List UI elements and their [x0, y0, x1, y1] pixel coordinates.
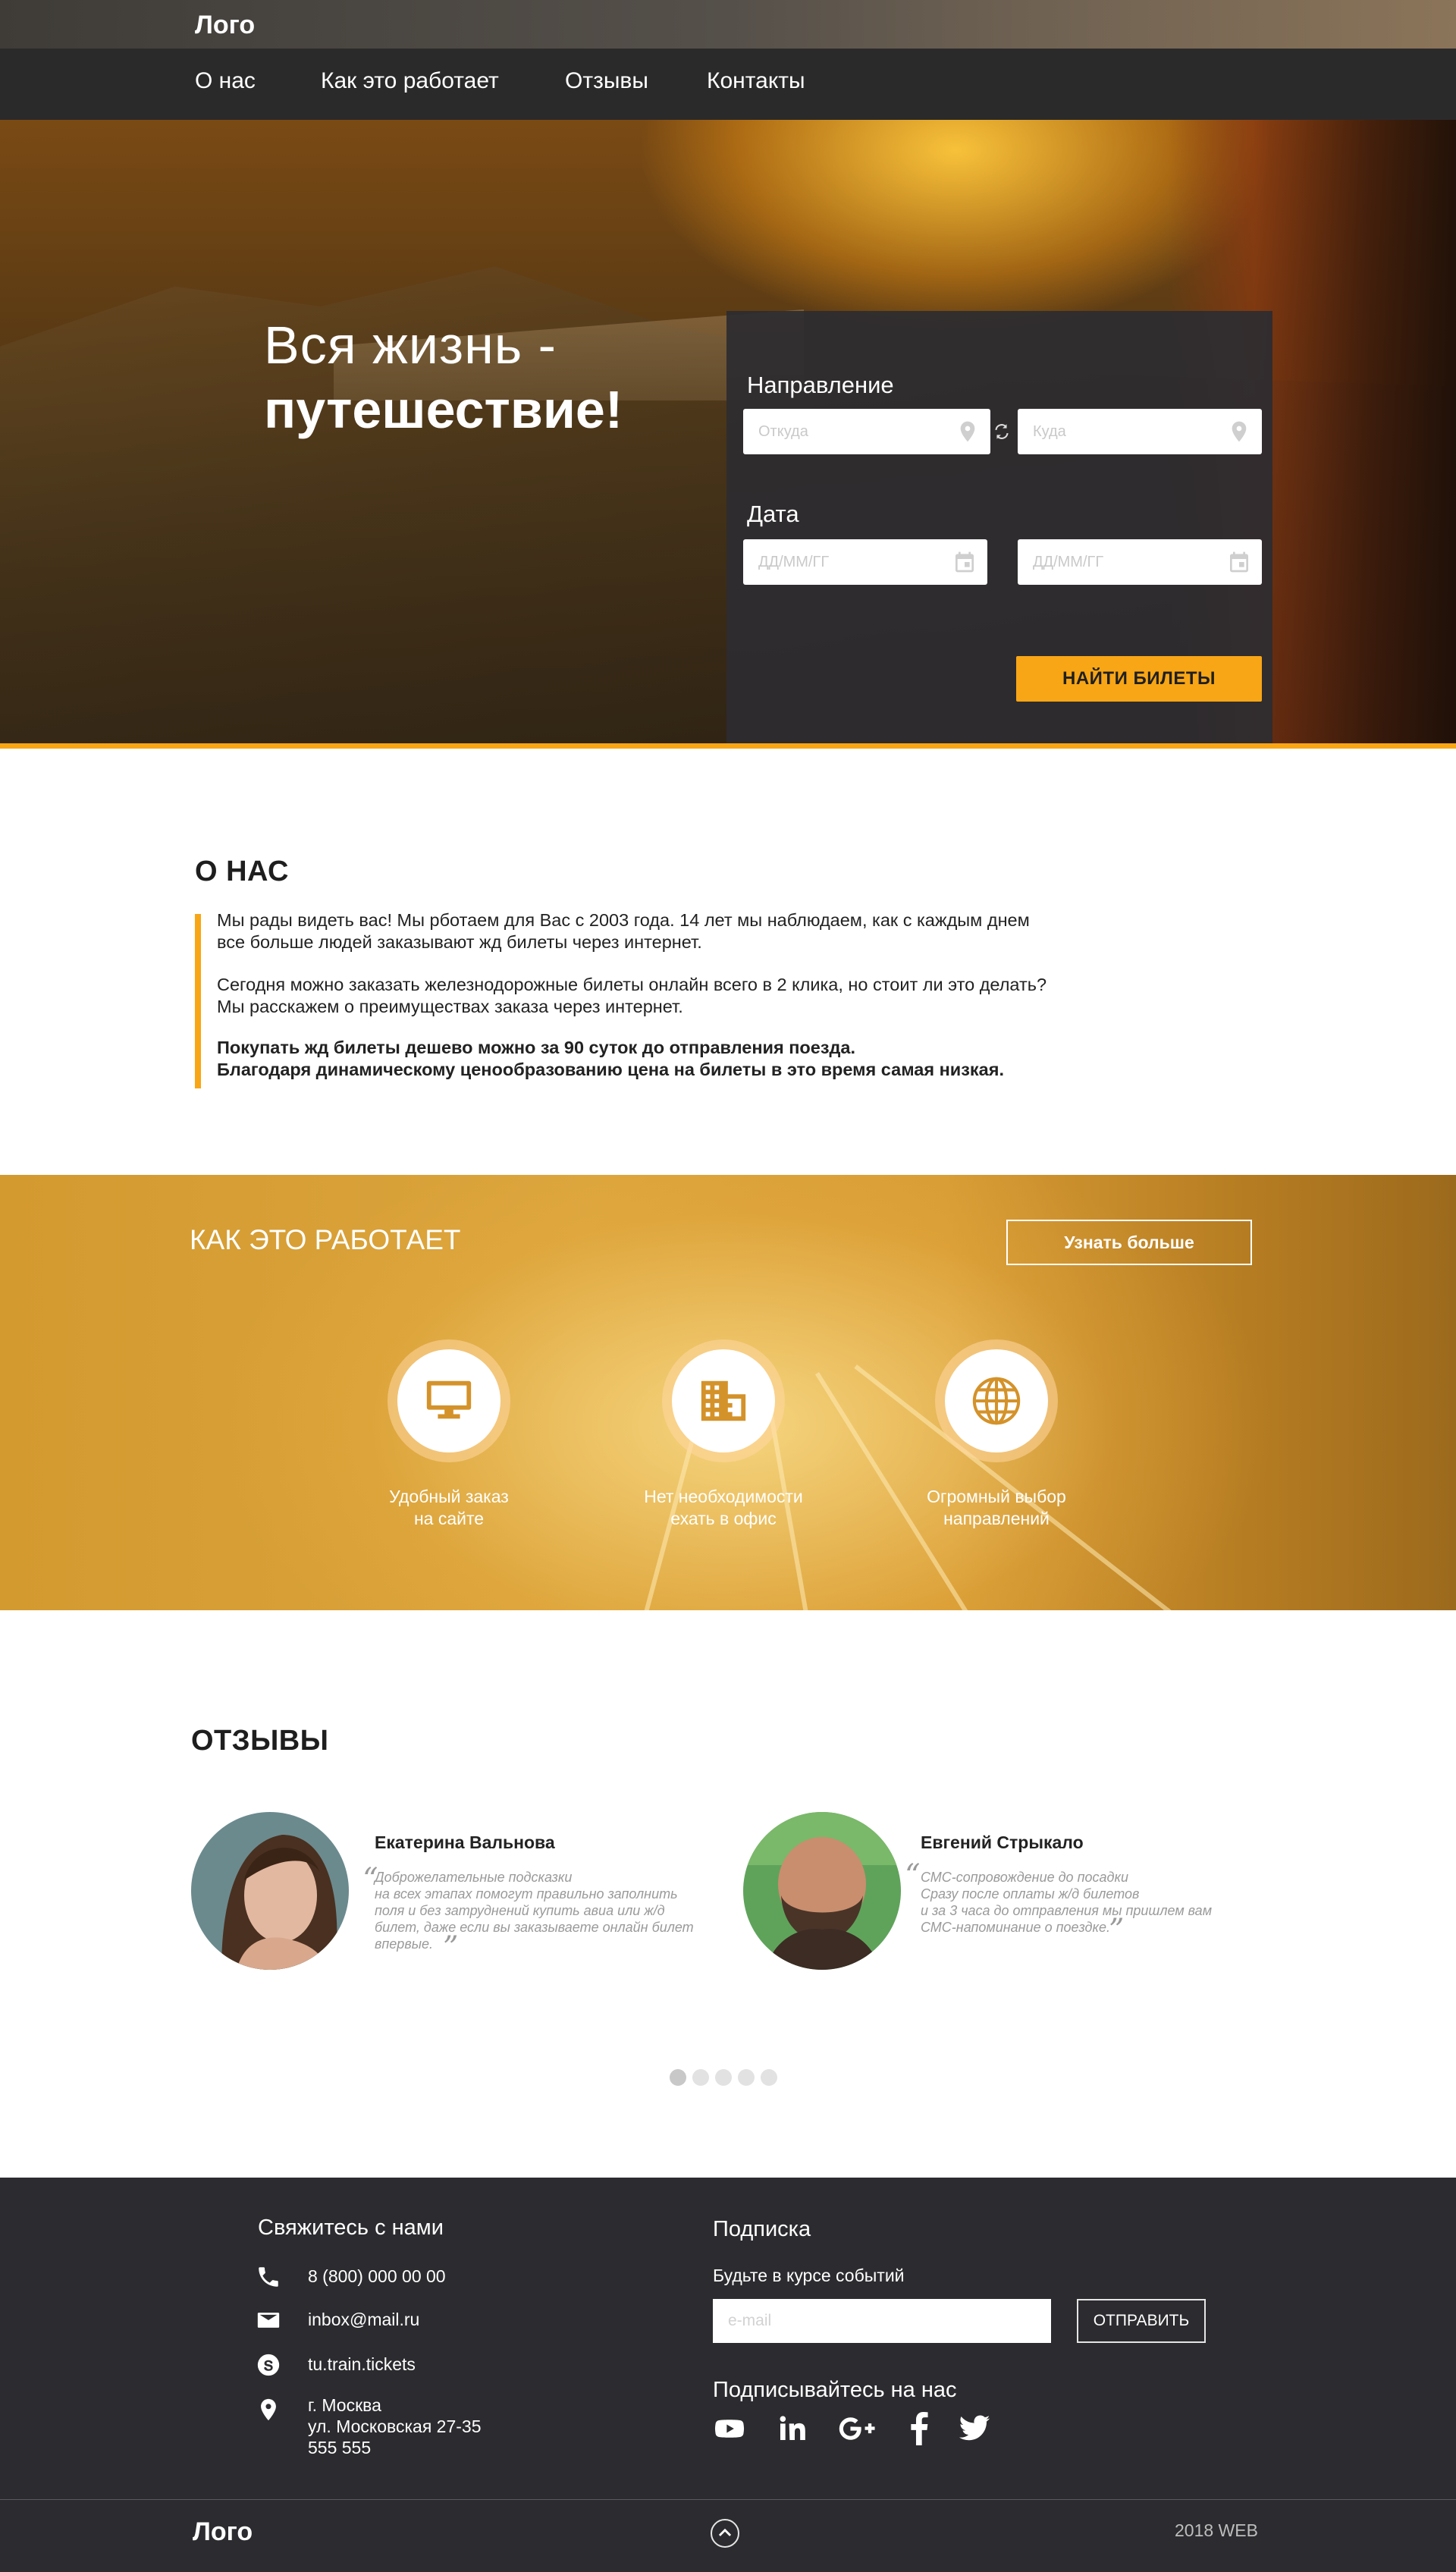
about-paragraph-2: Сегодня можно заказать железнодорожные б…	[217, 974, 1112, 1018]
feature-circle	[935, 1339, 1058, 1462]
facebook-icon[interactable]	[908, 2412, 930, 2445]
from-input[interactable]	[743, 409, 990, 454]
location-pin-icon	[1232, 421, 1247, 442]
reviews-title: ОТЗЫВЫ	[191, 1725, 329, 1757]
date-there-input[interactable]	[743, 539, 987, 585]
reviewer-photo-woman	[191, 1812, 349, 1970]
hero-bottom-accent	[0, 743, 1456, 749]
review-text: СМС-сопровождение до посадки Сразу после…	[921, 1870, 1213, 1935]
nav-item-about[interactable]: О нас	[195, 68, 256, 94]
direction-label: Направление	[747, 372, 894, 398]
subscribe-title: Подписка	[713, 2217, 811, 2241]
feature-label: Нет необходимости ехать в офис	[644, 1487, 803, 1528]
date-back-input[interactable]	[1018, 539, 1262, 585]
review-text: Доброжелательные подсказки на всех этапа…	[375, 1870, 694, 1952]
about-paragraph-1: Мы рады видеть вас! Мы рботаем для Вас с…	[217, 909, 1112, 953]
avatar	[743, 1812, 901, 1970]
date-there-field[interactable]	[743, 539, 987, 585]
carousel-dot[interactable]	[715, 2069, 732, 2086]
nav-item-reviews[interactable]: Отзывы	[565, 68, 648, 94]
close-quote: ”	[1109, 1913, 1125, 1948]
hero-title-line2: путешествие!	[264, 380, 623, 439]
nav-item-how-it-works[interactable]: Как это работает	[321, 68, 499, 94]
about-p1-line1: Мы рады видеть вас! Мы рботаем для Вас с…	[217, 910, 1030, 930]
main-nav: О нас Как это работает Отзывы Контакты	[0, 49, 1456, 120]
reviewer-name: Екатерина Вальнова	[375, 1832, 555, 1852]
scroll-to-top-button[interactable]	[711, 2519, 739, 2548]
carousel-dot[interactable]	[738, 2069, 755, 2086]
hero-title-line1: Вся жизнь -	[264, 316, 557, 375]
reviewer-photo-man	[743, 1812, 901, 1970]
open-quote: “	[905, 1858, 921, 1893]
header-logo[interactable]: Лого	[195, 11, 255, 40]
subscribe-text: Будьте в курсе событий	[713, 2266, 905, 2285]
calendar-icon	[956, 551, 974, 573]
about-p1-line2: все больше людей заказывают жд билеты че…	[217, 932, 702, 952]
social-title: Подписывайтесь на нас	[713, 2378, 957, 2402]
contact-email[interactable]: inbox@mail.ru	[308, 2309, 419, 2330]
date-label: Дата	[747, 501, 799, 527]
mail-icon	[257, 2313, 280, 2328]
feature-circle	[662, 1339, 785, 1462]
calendar-icon	[1230, 551, 1248, 573]
youtube-icon[interactable]	[713, 2412, 746, 2445]
contact-phone[interactable]: 8 (800) 000 00 00	[308, 2266, 446, 2287]
carousel-dot[interactable]	[670, 2069, 686, 2086]
feature-label: Огромный выбор направлений	[927, 1487, 1066, 1528]
carousel-dot[interactable]	[692, 2069, 709, 2086]
globe-icon	[972, 1377, 1021, 1425]
copyright-text: 2018 WEB	[1175, 2520, 1258, 2540]
about-paragraph-3: Покупать жд билеты дешево можно за 90 су…	[217, 1037, 1112, 1081]
google-plus-icon[interactable]	[838, 2412, 877, 2445]
subscribe-email-input[interactable]	[713, 2299, 1051, 2343]
chevron-up-icon	[718, 2528, 732, 2536]
about-accent-line	[195, 914, 201, 1088]
about-title: О НАС	[195, 856, 289, 887]
subscribe-send-button[interactable]: ОТПРАВИТЬ	[1077, 2299, 1206, 2343]
close-quote: ”	[443, 1930, 459, 1965]
contact-skype[interactable]: tu.train.tickets	[308, 2354, 416, 2375]
linkedin-icon[interactable]	[777, 2412, 807, 2445]
contact-address: г. Москва ул. Московская 27-35 555 555	[308, 2395, 482, 2457]
monitor-icon	[426, 1380, 472, 1419]
footer-divider	[0, 2499, 1456, 2500]
avatar	[191, 1812, 349, 1970]
feature-label: Удобный заказ на сайте	[389, 1487, 509, 1528]
find-tickets-button[interactable]: НАЙТИ БИЛЕТЫ	[1016, 656, 1262, 702]
how-it-works-title: КАК ЭТО РАБОТАЕТ	[190, 1224, 461, 1255]
learn-more-button[interactable]: Узнать больше	[1006, 1220, 1252, 1265]
date-back-field[interactable]	[1018, 539, 1262, 585]
footer-logo[interactable]: Лого	[193, 2517, 253, 2547]
location-pin-icon	[960, 421, 975, 442]
twitter-icon[interactable]	[958, 2412, 991, 2445]
reviewer-name: Евгений Стрыкало	[921, 1832, 1084, 1852]
skype-icon	[257, 2354, 280, 2376]
about-p3-line1: Покупать жд билеты дешево можно за 90 су…	[217, 1038, 856, 1057]
how-it-works-section: КАК ЭТО РАБОТАЕТ Узнать больше Удобный з…	[0, 1175, 1456, 1610]
to-field[interactable]	[1018, 409, 1262, 454]
office-building-icon	[701, 1380, 746, 1421]
location-pin-icon	[261, 2398, 276, 2421]
about-p3-line2: Благодаря динамическому ценообразованию …	[217, 1060, 1004, 1079]
contacts-title: Свяжитесь с нами	[258, 2216, 444, 2240]
to-input[interactable]	[1018, 409, 1262, 454]
nav-item-contacts[interactable]: Контакты	[707, 68, 805, 94]
phone-icon	[259, 2267, 278, 2287]
carousel-dot[interactable]	[761, 2069, 777, 2086]
about-p2-line1: Сегодня можно заказать железнодорожные б…	[217, 975, 1047, 994]
about-p2-line2: Мы расскажем о преимуществах заказа чере…	[217, 997, 683, 1016]
feature-circle	[388, 1339, 510, 1462]
swap-direction-icon[interactable]	[992, 422, 1012, 441]
from-field[interactable]	[743, 409, 990, 454]
